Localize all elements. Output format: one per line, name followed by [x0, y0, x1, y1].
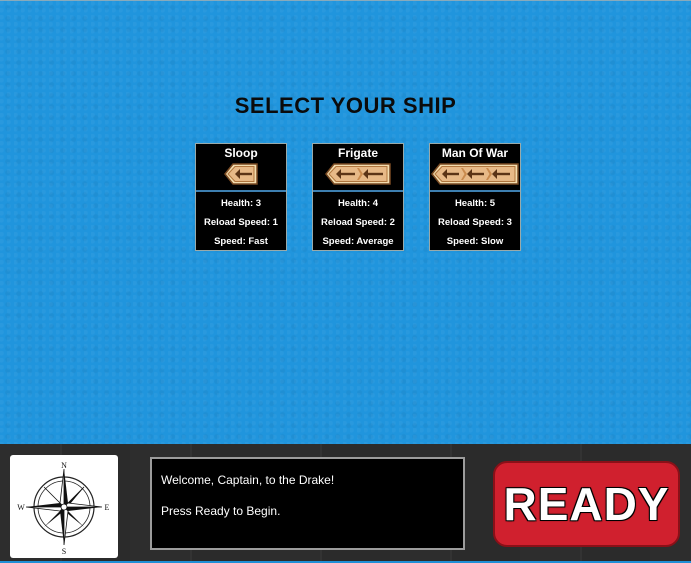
- ship-reload-speed: Reload Speed: 1: [204, 217, 278, 228]
- ship-reload-speed: Reload Speed: 2: [321, 217, 395, 228]
- ship-health: Health: 4: [337, 198, 379, 209]
- card-divider: [313, 190, 403, 192]
- compass-w: W: [17, 503, 25, 512]
- message-box: Welcome, Captain, to the Drake! Press Re…: [150, 457, 465, 550]
- man-of-war-ship-icon: [430, 161, 520, 187]
- ship-card-sloop[interactable]: Sloop Health: 3 Reload Speed: 1 Speed: F…: [195, 143, 287, 251]
- compass-rose-icon: N S E W: [10, 455, 118, 558]
- ship-name: Frigate: [337, 146, 378, 160]
- card-divider: [196, 190, 286, 192]
- ship-reload-speed: Reload Speed: 3: [438, 217, 512, 228]
- compass-s: S: [62, 547, 66, 556]
- compass-n: N: [61, 461, 67, 470]
- ship-name: Man Of War: [441, 146, 509, 160]
- ship-health: Health: 5: [454, 198, 496, 209]
- frigate-ship-icon: [313, 161, 403, 187]
- compass-e: E: [105, 503, 110, 512]
- ship-speed: Speed: Average: [322, 236, 394, 247]
- ship-card-frigate[interactable]: Frigate Health: 4 Reload Speed: 2 Speed:…: [312, 143, 404, 251]
- sloop-ship-icon: [196, 161, 286, 187]
- ready-button[interactable]: READY: [493, 461, 680, 547]
- card-divider: [430, 190, 520, 192]
- ship-speed: Speed: Slow: [446, 236, 504, 247]
- message-line-1: Welcome, Captain, to the Drake!: [161, 473, 335, 487]
- ship-speed: Speed: Fast: [214, 236, 268, 247]
- ship-health: Health: 3: [220, 198, 262, 209]
- ship-name: Sloop: [224, 146, 258, 160]
- message-line-2: Press Ready to Begin.: [161, 504, 281, 518]
- ship-card-man-of-war[interactable]: Man Of War Health: 5 Reload Speed: 3 Spe…: [429, 143, 521, 251]
- page-title: SELECT YOUR SHIP: [234, 93, 457, 118]
